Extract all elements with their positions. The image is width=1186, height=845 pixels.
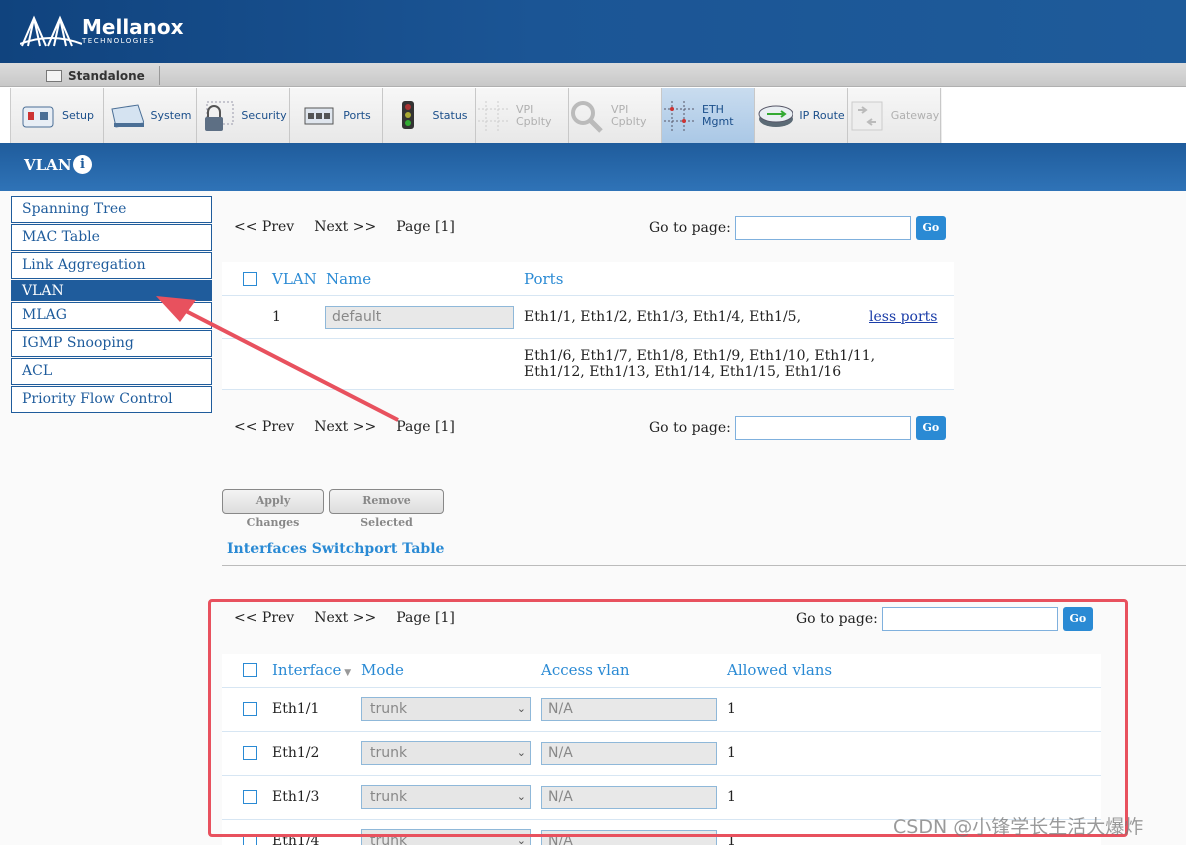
- mode-tab-label: Standalone: [68, 68, 145, 83]
- app-header: Mellanox TECHNOLOGIES: [0, 0, 1186, 63]
- less-ports-link[interactable]: less ports: [869, 309, 937, 325]
- toolbar-label: Gateway: [890, 108, 940, 122]
- toolbar-vpi-cpblty-search[interactable]: VPI Cpblty: [569, 88, 662, 143]
- brand-name: Mellanox: [82, 14, 184, 39]
- sidebar-item-link-aggregation[interactable]: Link Aggregation: [11, 252, 212, 279]
- mode-tab-standalone[interactable]: Standalone: [40, 66, 160, 85]
- toolbar-gateway[interactable]: Gateway: [848, 88, 941, 143]
- page-indicator: Page [1]: [396, 419, 455, 435]
- goto-page-input[interactable]: [734, 416, 911, 440]
- main-toolbar: Setup System Security Ports Status VPI C…: [10, 88, 942, 143]
- prev-link[interactable]: << Prev: [234, 419, 294, 435]
- traffic-light-icon: [390, 100, 426, 131]
- toolbar-label: ETH Mgmt: [702, 102, 734, 128]
- vlan-table: VLAN Name Ports 1 default Eth1/1, Eth1/2…: [222, 262, 954, 390]
- toolbar-ports[interactable]: Ports: [290, 88, 383, 143]
- lock-icon: [199, 101, 235, 131]
- system-icon: [108, 101, 145, 131]
- go-button[interactable]: Go: [915, 416, 946, 440]
- next-link[interactable]: Next >>: [314, 419, 376, 435]
- sidebar-item-igmp-snooping[interactable]: IGMP Snooping: [11, 330, 212, 357]
- grid-icon: [476, 100, 510, 131]
- toolbar-label: System: [150, 108, 192, 122]
- toolbar-label: IP Route: [799, 108, 845, 122]
- toolbar-label: Status: [432, 108, 468, 122]
- goto-label: Go to page:: [649, 420, 731, 436]
- toolbar-eth-mgmt[interactable]: ETH Mgmt: [662, 88, 755, 143]
- toolbar-label: VPI Cpblty: [611, 102, 647, 128]
- vlan-goto-top: Go to page: Go: [649, 216, 946, 240]
- go-button[interactable]: Go: [915, 216, 946, 240]
- gateway-icon: [849, 101, 885, 131]
- toolbar-label: VPI Cpblty: [516, 102, 552, 128]
- vlan-pager-bottom: << Prev Next >> Page [1]: [234, 419, 475, 435]
- divider: [222, 565, 1186, 566]
- sidebar-item-mlag[interactable]: MLAG: [11, 302, 212, 329]
- col-vlan-header[interactable]: VLAN: [272, 270, 317, 288]
- vlan-name-input[interactable]: default: [325, 306, 514, 329]
- setup-icon: [20, 101, 56, 131]
- ports-list: Eth1/6, Eth1/7, Eth1/8, Eth1/9, Eth1/10,…: [524, 348, 876, 364]
- col-ports-header[interactable]: Ports: [524, 270, 563, 288]
- divider: [222, 389, 954, 390]
- ports-list: Eth1/12, Eth1/13, Eth1/14, Eth1/15, Eth1…: [524, 364, 842, 380]
- toolbar-ip-route[interactable]: IP Route: [755, 88, 848, 143]
- mode-bar: Standalone: [0, 63, 1186, 87]
- highlight-box: [208, 599, 1128, 837]
- sidebar-item-mac-table[interactable]: MAC Table: [11, 224, 212, 251]
- toolbar-label: Ports: [343, 108, 371, 122]
- info-icon[interactable]: i: [73, 155, 92, 174]
- prev-link[interactable]: << Prev: [234, 219, 294, 235]
- page-title-bar: VLAN i: [0, 143, 1186, 191]
- vlan-id: 1: [272, 309, 281, 325]
- goto-page-input[interactable]: [734, 216, 911, 240]
- bridge-logo-icon: [20, 15, 82, 47]
- ports-list: Eth1/1, Eth1/2, Eth1/3, Eth1/4, Eth1/5,: [524, 309, 802, 325]
- toolbar-label: Security: [241, 108, 287, 122]
- toolbar-label: Setup: [61, 108, 95, 122]
- ports-icon: [301, 101, 337, 131]
- next-link[interactable]: Next >>: [314, 219, 376, 235]
- vlan-pager-top: << Prev Next >> Page [1]: [234, 219, 475, 235]
- sidebar-menu: Spanning Tree MAC Table Link Aggregation…: [11, 196, 212, 414]
- toolbar-security[interactable]: Security: [197, 88, 290, 143]
- toolbar-vpi-cpblty[interactable]: VPI Cpblty: [476, 88, 569, 143]
- router-icon: [757, 101, 794, 131]
- sidebar-item-priority-flow-control[interactable]: Priority Flow Control: [11, 386, 212, 413]
- vlan-goto-bottom: Go to page: Go: [649, 416, 946, 440]
- page-indicator: Page [1]: [396, 219, 455, 235]
- toolbar-setup[interactable]: Setup: [11, 88, 104, 143]
- sidebar-item-spanning-tree[interactable]: Spanning Tree: [11, 196, 212, 223]
- remove-selected-button[interactable]: Remove Selected: [329, 489, 444, 529]
- apply-changes-button[interactable]: Apply Changes: [222, 489, 324, 529]
- watermark: CSDN @小锋学长生活大爆炸: [893, 816, 1144, 838]
- goto-label: Go to page:: [649, 220, 731, 236]
- toolbar-status[interactable]: Status: [383, 88, 476, 143]
- switchport-table-title: Interfaces Switchport Table: [227, 541, 445, 557]
- grid-icon: [662, 100, 696, 131]
- magnifier-icon: [569, 100, 605, 133]
- divider: [222, 338, 954, 339]
- col-name-header[interactable]: Name: [326, 270, 371, 288]
- toolbar-system[interactable]: System: [104, 88, 197, 143]
- page-title: VLAN: [24, 156, 72, 174]
- sidebar-item-acl[interactable]: ACL: [11, 358, 212, 385]
- divider: [222, 295, 954, 296]
- select-all-checkbox[interactable]: [243, 272, 257, 286]
- monitor-icon: [46, 69, 62, 82]
- sidebar-item-vlan[interactable]: VLAN: [11, 280, 212, 301]
- mellanox-logo: Mellanox TECHNOLOGIES: [20, 14, 184, 48]
